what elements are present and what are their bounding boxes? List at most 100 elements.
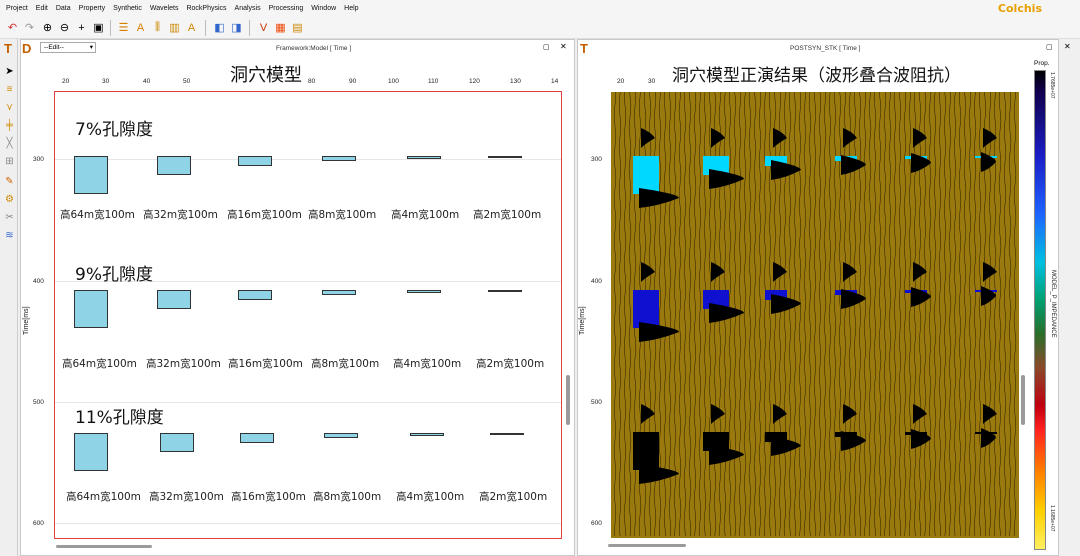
- text-tool-icon[interactable]: T: [580, 41, 588, 56]
- cave-label: 高8m宽100m: [308, 209, 377, 221]
- cave-block[interactable]: [238, 156, 272, 166]
- cave-label: 高16m宽100m: [231, 491, 306, 503]
- cave-block[interactable]: [74, 290, 108, 328]
- menu-analysis[interactable]: Analysis: [235, 5, 261, 12]
- close-icon[interactable]: ✕: [560, 42, 567, 51]
- seismic-trace: [868, 92, 872, 537]
- grid-icon[interactable]: ⊞: [3, 155, 16, 168]
- y-tick: 300: [33, 156, 44, 163]
- impedance-block: [633, 156, 659, 194]
- seismic-section[interactable]: [611, 92, 1019, 538]
- chart-icon[interactable]: ▥: [167, 20, 182, 35]
- menu-synthetic[interactable]: Synthetic: [113, 5, 142, 12]
- horizon-icon[interactable]: ≡: [3, 83, 16, 96]
- data-tool-icon[interactable]: D: [22, 41, 31, 56]
- seismic-trace: [944, 92, 947, 537]
- zoom-in-icon[interactable]: ⊕: [40, 20, 55, 35]
- menu-processing[interactable]: Processing: [269, 5, 304, 12]
- menu-wavelets[interactable]: Wavelets: [150, 5, 179, 12]
- cave-label: 高64m宽100m: [60, 209, 135, 221]
- maximize-icon[interactable]: ▢: [1046, 43, 1053, 51]
- seismic-trace: [993, 92, 997, 537]
- text-tool-icon[interactable]: T: [4, 41, 12, 56]
- horizontal-scrollbar[interactable]: [608, 544, 686, 547]
- split-left-icon[interactable]: ◧: [212, 20, 227, 35]
- text-a-icon[interactable]: A: [133, 20, 148, 35]
- seismic-trace: [963, 92, 967, 537]
- fault-icon[interactable]: ⋎: [3, 101, 16, 114]
- cave-block[interactable]: [410, 433, 444, 436]
- cave-label: 高32m宽100m: [149, 491, 224, 503]
- cave-block[interactable]: [488, 156, 522, 158]
- cave-label: 高16m宽100m: [228, 358, 303, 370]
- menu-property[interactable]: Property: [79, 5, 105, 12]
- pick-icon[interactable]: ╪: [3, 119, 16, 132]
- seismic-trace: [974, 92, 977, 537]
- x-tick: 110: [428, 78, 439, 85]
- cave-block[interactable]: [238, 290, 272, 300]
- horizontal-scrollbar[interactable]: [56, 545, 152, 548]
- vpe-icon[interactable]: V: [256, 20, 271, 35]
- maximize-icon[interactable]: ▢: [543, 43, 550, 51]
- seismic-trace: [613, 92, 617, 537]
- close-icon[interactable]: ✕: [1064, 42, 1071, 51]
- x-tick: 14: [551, 78, 559, 85]
- cave-block[interactable]: [157, 290, 191, 309]
- menu-bar: Project Edit Data Property Synthetic Wav…: [0, 0, 1080, 17]
- table-icon[interactable]: ▤: [290, 20, 305, 35]
- fit-view-icon[interactable]: ▣: [91, 20, 106, 35]
- wells-icon[interactable]: ⫼: [150, 20, 165, 35]
- menu-rockphysics[interactable]: RockPhysics: [186, 5, 226, 12]
- vertical-scrollbar[interactable]: [566, 375, 570, 425]
- x-tick: 40: [143, 78, 151, 85]
- cave-block[interactable]: [407, 156, 441, 159]
- x-tick: 20: [62, 78, 70, 85]
- seismic-trace: [758, 92, 762, 537]
- pointer-icon[interactable]: ➤: [3, 65, 16, 78]
- seismic-big-title: 洞穴模型正演结果（波形叠合波阻抗）: [672, 66, 961, 86]
- x-tick: 130: [510, 78, 521, 85]
- menu-edit[interactable]: Edit: [36, 5, 48, 12]
- menu-window[interactable]: Window: [311, 5, 336, 12]
- crosshair-icon[interactable]: +: [74, 20, 89, 35]
- cave-block[interactable]: [490, 433, 524, 435]
- cave-block[interactable]: [74, 156, 108, 194]
- impedance-block: [633, 290, 659, 328]
- x-tick: 80: [308, 78, 316, 85]
- menu-project[interactable]: Project: [6, 5, 28, 12]
- section-title: 9%孔隙度: [75, 265, 153, 285]
- zoom-out-icon[interactable]: ⊖: [57, 20, 72, 35]
- cave-block[interactable]: [157, 156, 191, 175]
- cave-block[interactable]: [322, 290, 356, 295]
- grid-text-icon[interactable]: A: [184, 20, 199, 35]
- seismic-event: [641, 128, 655, 148]
- menu-help[interactable]: Help: [344, 5, 358, 12]
- cave-block[interactable]: [488, 290, 522, 292]
- cut-icon[interactable]: ✂: [3, 211, 16, 224]
- seismic-event: [981, 152, 996, 172]
- mode-select[interactable]: --Edit-- ▾: [40, 42, 96, 53]
- model-panel-title: Framework:Model [ Time ]: [276, 45, 352, 52]
- cave-block[interactable]: [74, 433, 108, 471]
- section-title: 7%孔隙度: [75, 120, 153, 140]
- vertical-scrollbar[interactable]: [1021, 375, 1025, 425]
- split-right-icon[interactable]: ◨: [229, 20, 244, 35]
- colorbar-title: MODEL_P_IMPEDANCE: [1050, 270, 1056, 338]
- layers-icon[interactable]: ☰: [116, 20, 131, 35]
- cave-label: 高2m宽100m: [479, 491, 548, 503]
- seismic-event: [711, 262, 725, 282]
- redo-icon[interactable]: ↷: [22, 20, 37, 35]
- pencil-icon[interactable]: ✎: [3, 175, 16, 188]
- cave-block[interactable]: [407, 290, 441, 293]
- undo-icon[interactable]: ↶: [5, 20, 20, 35]
- cave-block[interactable]: [322, 156, 356, 161]
- cave-block[interactable]: [160, 433, 194, 452]
- heatmap-icon[interactable]: ▦: [273, 20, 288, 35]
- erase-icon[interactable]: ╳: [3, 137, 16, 150]
- cave-block[interactable]: [240, 433, 274, 443]
- settings-icon[interactable]: ⚙: [3, 193, 16, 206]
- cave-block[interactable]: [324, 433, 358, 438]
- y-tick: 400: [33, 278, 44, 285]
- stack-icon[interactable]: ≋: [3, 229, 16, 242]
- menu-data[interactable]: Data: [56, 5, 71, 12]
